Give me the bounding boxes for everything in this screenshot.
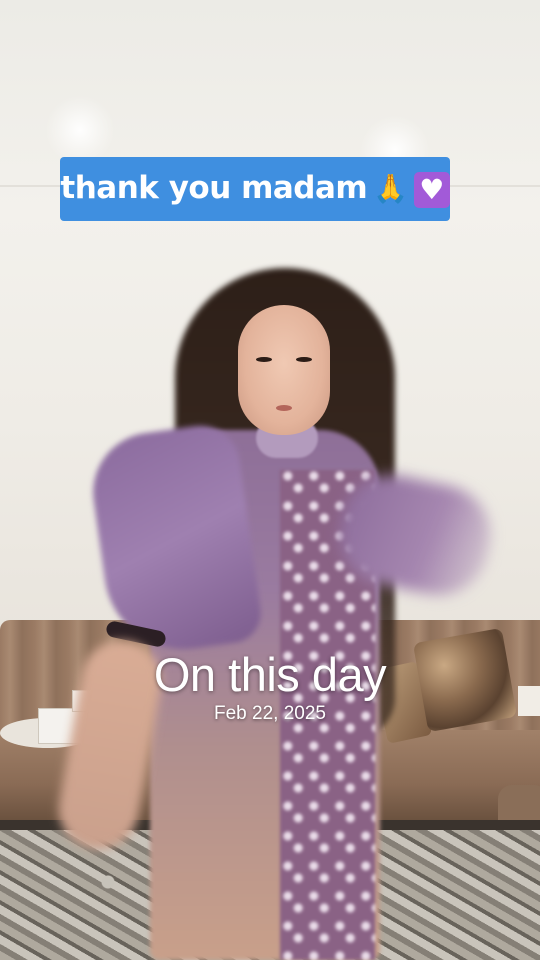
face <box>238 305 330 435</box>
memory-title: On this day <box>153 648 387 701</box>
caption-sticker[interactable]: thank you madam 🙏 <box>60 157 450 221</box>
person-dancing <box>0 0 540 960</box>
memory-date: Feb 22, 2025 <box>214 703 326 724</box>
video-frame[interactable]: thank you madam🙏 On this day Feb 22, 202… <box>0 0 540 960</box>
praying-hands-icon: 🙏 <box>373 172 408 206</box>
caption-text: thank you madam 🙏 <box>60 170 450 208</box>
eye <box>296 357 312 362</box>
caption-label: thank you madam <box>60 170 368 207</box>
heart-icon <box>413 171 450 208</box>
mouth <box>276 405 292 411</box>
eye <box>256 357 272 362</box>
